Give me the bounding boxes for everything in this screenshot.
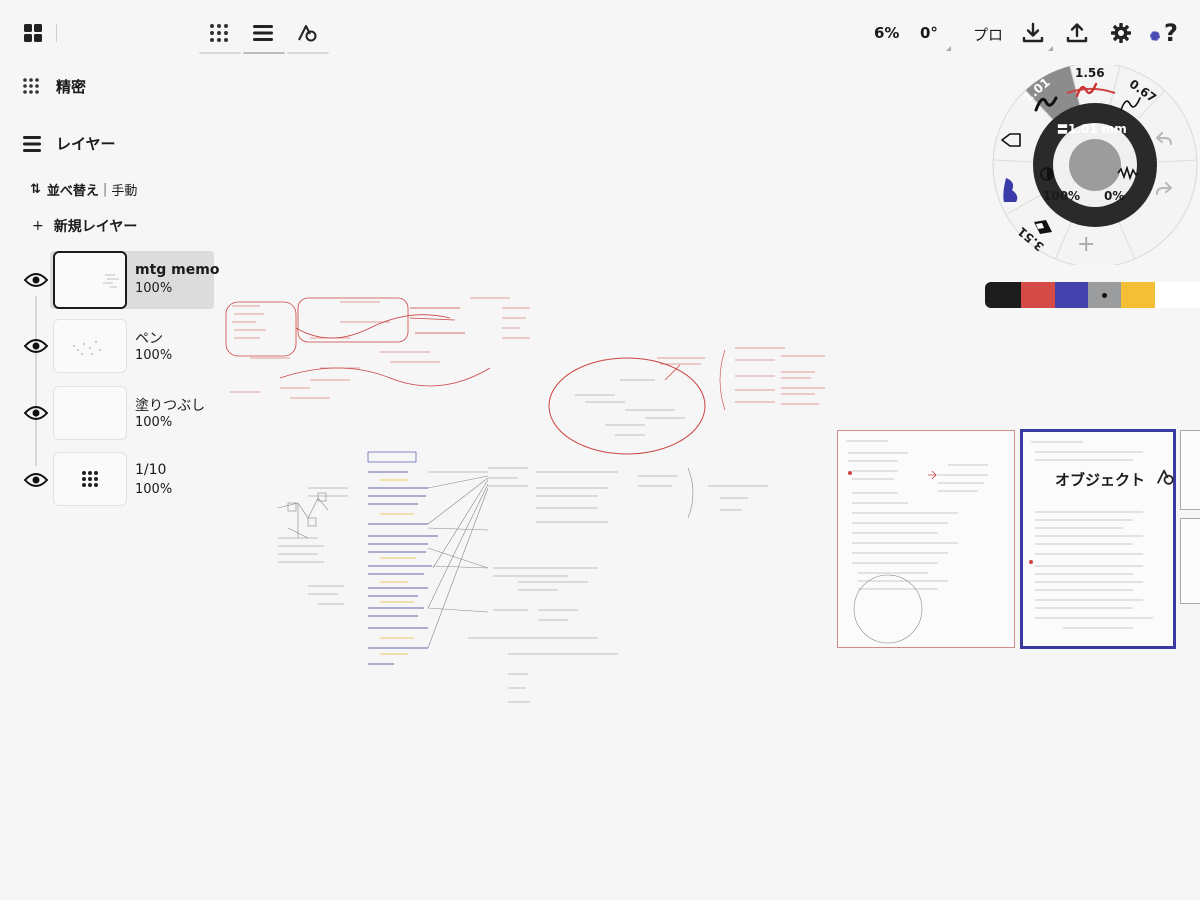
- pen-stroke-icon: [1120, 97, 1141, 111]
- layer-name: 塗りつぶし: [135, 398, 206, 414]
- sort-separator: |: [102, 182, 108, 197]
- eye-icon[interactable]: [23, 472, 49, 488]
- color-swatch-red[interactable]: [1021, 282, 1055, 308]
- settings-icon[interactable]: [1104, 16, 1138, 50]
- layer-thumbnail[interactable]: [53, 251, 127, 309]
- toolbar-divider: [56, 24, 57, 42]
- upload-icon[interactable]: [1060, 16, 1094, 50]
- pen-stroke-icon: [1075, 82, 1098, 98]
- layers-label: レイヤー: [56, 135, 116, 153]
- blue-notes-sketch[interactable]: [268, 448, 788, 718]
- brush-size-2[interactable]: 1.56: [1075, 66, 1105, 80]
- rotation-corner-mark: [946, 46, 951, 51]
- sort-arrows-icon: ⇅: [30, 182, 41, 197]
- brush-size-readout: 〓1.01 mm: [1057, 122, 1127, 136]
- sort-label: 並べ替え: [46, 184, 99, 199]
- layer-group-line: [35, 296, 37, 466]
- object-shape-icon[interactable]: [290, 16, 324, 50]
- size-bar-icon: 〓: [1057, 123, 1068, 136]
- selected-object-frame[interactable]: [1020, 429, 1176, 649]
- add-brush-button[interactable]: +: [1077, 232, 1095, 257]
- note-page-frame[interactable]: [837, 430, 1015, 648]
- smoothing-value[interactable]: 0%: [1104, 189, 1124, 203]
- layer-opacity: 100%: [135, 482, 173, 497]
- smoothing-wave-icon: [1117, 166, 1139, 180]
- note-page-frame-partial[interactable]: [1180, 430, 1200, 510]
- precision-grid-icon[interactable]: [202, 16, 236, 50]
- object-shape-icon[interactable]: [1155, 467, 1175, 491]
- download-corner-mark: [1048, 46, 1053, 51]
- eraser-icon[interactable]: [1000, 132, 1022, 148]
- precision-tab-underline: [199, 52, 241, 54]
- color-swatch-yellow[interactable]: [1121, 282, 1155, 308]
- zoom-level[interactable]: 6%: [874, 24, 899, 42]
- layer-thumbnail[interactable]: [53, 452, 127, 506]
- undo-icon[interactable]: [1155, 132, 1173, 148]
- color-swatch-black[interactable]: [985, 282, 1021, 308]
- color-swatch-gray[interactable]: [1088, 282, 1121, 308]
- sort-mode: 手動: [111, 184, 138, 199]
- redo-icon[interactable]: [1155, 182, 1173, 198]
- grid-dots-icon: [82, 471, 98, 487]
- fill-marker-icon[interactable]: [1032, 218, 1054, 236]
- layers-icon: [22, 135, 42, 153]
- layers-row[interactable]: レイヤー: [22, 133, 116, 154]
- layer-opacity: 100%: [135, 348, 173, 363]
- eye-icon[interactable]: [23, 272, 49, 288]
- layer-name: ペン: [135, 331, 163, 347]
- pro-mode-label[interactable]: プロ: [973, 24, 1003, 45]
- precision-label: 精密: [56, 78, 87, 96]
- layers-tab-underline: [243, 52, 285, 54]
- eye-icon[interactable]: [23, 338, 49, 354]
- grid-menu-icon[interactable]: [16, 16, 50, 50]
- opacity-icon: [1040, 167, 1054, 181]
- opacity-value[interactable]: 100%: [1043, 189, 1080, 203]
- new-layer-label: 新規レイヤー: [53, 219, 138, 235]
- layer-name: 1/10: [135, 462, 167, 478]
- oval-cluster-sketch[interactable]: [545, 340, 835, 460]
- selected-color-dot: [1102, 292, 1107, 298]
- precision-row[interactable]: 精密: [22, 76, 86, 97]
- pen-stroke-icon: [1034, 96, 1058, 112]
- blue-brush-swatch-icon[interactable]: [1000, 176, 1022, 204]
- layer-thumbnail[interactable]: [53, 319, 127, 373]
- precision-grid-icon: [22, 77, 42, 97]
- sort-row[interactable]: ⇅ 並べ替え | 手動: [30, 180, 137, 199]
- layer-thumbnail[interactable]: [53, 386, 127, 440]
- red-mindmap-sketch[interactable]: [220, 288, 560, 408]
- rotation-angle[interactable]: 0°: [920, 24, 938, 42]
- note-page-frame-partial[interactable]: [1180, 518, 1200, 604]
- object-tab-underline: [287, 52, 329, 54]
- new-layer-button[interactable]: + 新規レイヤー: [32, 216, 137, 236]
- layer-opacity: 100%: [135, 415, 173, 430]
- object-label: オブジェクト: [1055, 471, 1146, 489]
- color-swatch-blue[interactable]: [1055, 282, 1088, 308]
- layer-opacity: 100%: [135, 281, 173, 296]
- color-swatch-white[interactable]: [1155, 282, 1200, 308]
- help-icon[interactable]: ?: [1154, 16, 1188, 50]
- layer-name: mtg memo: [135, 262, 220, 278]
- plus-icon: +: [32, 218, 44, 234]
- download-icon[interactable]: [1016, 16, 1050, 50]
- eye-icon[interactable]: [23, 405, 49, 421]
- layers-icon[interactable]: [246, 16, 280, 50]
